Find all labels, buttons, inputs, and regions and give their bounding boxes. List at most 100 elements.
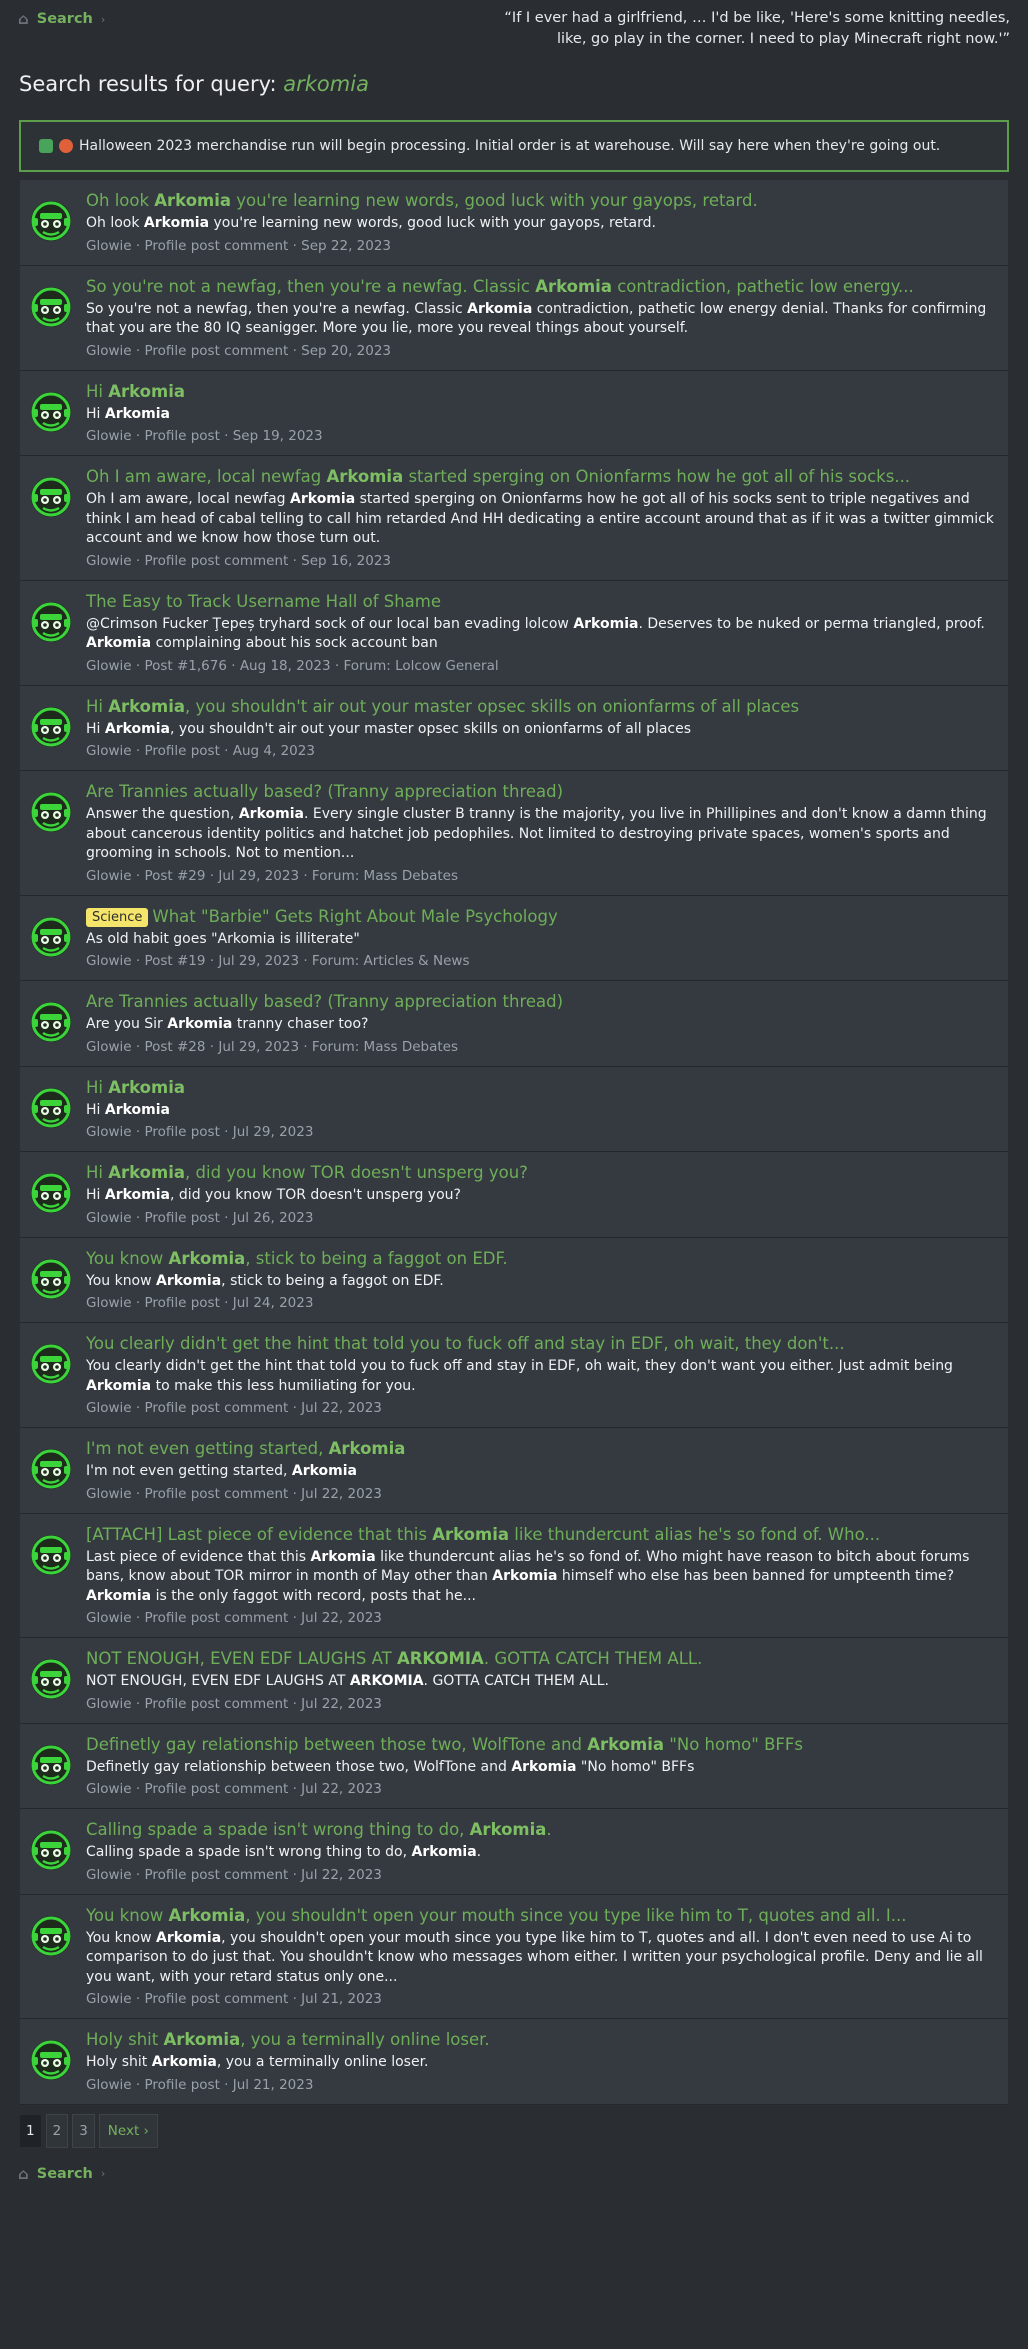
next-page-button[interactable]: Next › [98,2113,158,2148]
search-result-item[interactable]: Calling spade a spade isn't wrong thing … [20,1809,1008,1895]
result-title-link[interactable]: I'm not even getting started, Arkomia [86,1438,994,1460]
result-title-link[interactable]: Are Trannies actually based? (Tranny app… [86,991,994,1013]
result-title-link[interactable]: Hi Arkomia [86,381,994,403]
search-result-item[interactable]: Holy shit Arkomia, you a terminally onli… [20,2019,1008,2105]
result-title-text[interactable]: I'm not even getting started, Arkomia [86,1439,405,1458]
search-result-item[interactable]: Are Trannies actually based? (Tranny app… [20,981,1008,1067]
result-title-link[interactable]: Holy shit Arkomia, you a terminally onli… [86,2029,994,2051]
result-title-text[interactable]: What "Barbie" Gets Right About Male Psyc… [152,907,557,926]
breadcrumb[interactable]: ⌂ Search › [18,8,105,30]
page-3-button[interactable]: 3 [72,2113,95,2148]
result-title-link[interactable]: Calling spade a spade isn't wrong thing … [86,1819,994,1841]
thread-prefix-badge[interactable]: Science [86,907,149,927]
avatar[interactable] [28,284,74,330]
result-title-link[interactable]: [ATTACH] Last piece of evidence that thi… [86,1524,994,1546]
search-result-item[interactable]: Are Trannies actually based? (Tranny app… [20,771,1008,896]
breadcrumb-search-link[interactable]: Search [37,11,93,27]
search-result-item[interactable]: Oh look Arkomia you're learning new word… [20,180,1008,266]
result-title-link[interactable]: You clearly didn't get the hint that tol… [86,1333,994,1355]
avatar[interactable] [28,2037,74,2083]
search-result-item[interactable]: Hi Arkomia, did you know TOR doesn't uns… [20,1152,1008,1238]
result-title-text[interactable]: The Easy to Track Username Hall of Shame [86,592,441,611]
result-snippet: NOT ENOUGH, EVEN EDF LAUGHS AT ARKOMIA. … [86,1673,609,1689]
search-result-item[interactable]: Hi Arkomia Hi Arkomia Glowie · Profile pos… [20,1066,1008,1152]
result-title-text[interactable]: Hi Arkomia, did you know TOR doesn't uns… [86,1163,528,1182]
result-title-text[interactable]: Are Trannies actually based? (Tranny app… [86,992,563,1011]
avatar[interactable] [28,1532,74,1578]
avatar[interactable] [28,1446,74,1492]
avatar[interactable] [28,789,74,835]
result-title-link[interactable]: You know Arkomia, you shouldn't open you… [86,1905,994,1927]
avatar[interactable] [28,1085,74,1131]
search-result-item[interactable]: I'm not even getting started, Arkomia I'm… [20,1428,1008,1514]
result-title-link[interactable]: Definetly gay relationship between those… [86,1734,994,1756]
result-title-link[interactable]: Science What "Barbie" Gets Right About Ma… [86,906,994,928]
header-quote: “If I ever had a girlfriend, … I'd be li… [504,10,1010,47]
result-title-link[interactable]: Oh I am aware, local newfag Arkomia star… [86,466,994,488]
search-result-item[interactable]: NOT ENOUGH, EVEN EDF LAUGHS AT ARKOMIA. … [20,1638,1008,1724]
result-title-text[interactable]: Hi Arkomia [86,1078,185,1097]
result-title-text[interactable]: So you're not a newfag, then you're a ne… [86,277,914,296]
result-title-text[interactable]: Are Trannies actually based? (Tranny app… [86,782,563,801]
avatar[interactable] [28,198,74,244]
avatar[interactable] [28,599,74,645]
search-result-item[interactable]: Definetly gay relationship between those… [20,1723,1008,1809]
result-title-text[interactable]: NOT ENOUGH, EVEN EDF LAUGHS AT ARKOMIA. … [86,1649,702,1668]
search-result-item[interactable]: You know Arkomia, stick to being a faggo… [20,1237,1008,1323]
search-result-item[interactable]: [ATTACH] Last piece of evidence that thi… [20,1513,1008,1638]
result-body: Hi Arkomia Hi Arkomia Glowie · Profile pos… [86,381,994,446]
result-title-link[interactable]: NOT ENOUGH, EVEN EDF LAUGHS AT ARKOMIA. … [86,1648,994,1670]
result-title-text[interactable]: Oh I am aware, local newfag Arkomia star… [86,467,910,486]
result-title-text[interactable]: Holy shit Arkomia, you a terminally onli… [86,2030,490,2049]
search-result-item[interactable]: You clearly didn't get the hint that tol… [20,1323,1008,1428]
avatar[interactable] [28,999,74,1045]
result-body: Hi Arkomia, you shouldn't air out your m… [86,696,994,761]
result-title-link[interactable]: The Easy to Track Username Hall of Shame [86,591,994,613]
avatar[interactable] [28,474,74,520]
search-result-item[interactable]: So you're not a newfag, then you're a ne… [20,265,1008,371]
result-title-text[interactable]: Oh look Arkomia you're learning new word… [86,191,758,210]
search-result-item[interactable]: Hi Arkomia, you shouldn't air out your m… [20,685,1008,771]
avatar[interactable] [28,1742,74,1788]
result-title-text[interactable]: Hi Arkomia, you shouldn't air out your m… [86,697,799,716]
result-title-text[interactable]: You know Arkomia, you shouldn't open you… [86,1906,907,1925]
result-title-link[interactable]: So you're not a newfag, then you're a ne… [86,276,994,298]
result-title-text[interactable]: You clearly didn't get the hint that tol… [86,1334,845,1353]
result-body: The Easy to Track Username Hall of Shame… [86,591,994,675]
home-icon[interactable]: ⌂ [18,2165,29,2183]
search-result-item[interactable]: You know Arkomia, you shouldn't open you… [20,1894,1008,2019]
avatar[interactable] [28,1827,74,1873]
avatar[interactable] [28,1656,74,1702]
avatar[interactable] [28,1256,74,1302]
result-title-text[interactable]: [ATTACH] Last piece of evidence that thi… [86,1525,880,1544]
avatar[interactable] [28,704,74,750]
result-body: Are Trannies actually based? (Tranny app… [86,781,994,885]
avatar[interactable] [28,389,74,435]
search-result-item[interactable]: Oh I am aware, local newfag Arkomia star… [20,456,1008,581]
page-title-query: arkomia [283,72,369,96]
result-title-text[interactable]: Definetly gay relationship between those… [86,1735,803,1754]
result-meta: Glowie · Post #19 · Jul 29, 2023 · Forum… [86,953,470,969]
result-title-link[interactable]: Hi Arkomia, did you know TOR doesn't uns… [86,1162,994,1184]
avatar[interactable] [28,1913,74,1959]
result-title-link[interactable]: Are Trannies actually based? (Tranny app… [86,781,994,803]
breadcrumb[interactable]: ⌂ Search › [18,2163,1010,2185]
result-title-text[interactable]: Hi Arkomia [86,382,185,401]
page-1-button[interactable]: 1 [19,2113,42,2148]
result-title-link[interactable]: Oh look Arkomia you're learning new word… [86,190,994,212]
result-title-text[interactable]: Calling spade a spade isn't wrong thing … [86,1820,552,1839]
result-meta: Glowie · Profile post comment · Sep 16, … [86,552,392,569]
avatar[interactable] [28,1170,74,1216]
search-result-item[interactable]: Science What "Barbie" Gets Right About Ma… [20,895,1008,981]
avatar[interactable] [28,1341,74,1387]
page-2-button[interactable]: 2 [45,2113,69,2148]
result-title-text[interactable]: You know Arkomia, stick to being a faggo… [86,1249,508,1268]
result-title-link[interactable]: You know Arkomia, stick to being a faggo… [86,1248,994,1270]
result-title-link[interactable]: Hi Arkomia, you shouldn't air out your m… [86,696,994,718]
search-result-item[interactable]: Hi Arkomia Hi Arkomia Glowie · Profile pos… [20,370,1008,456]
home-icon[interactable]: ⌂ [18,10,29,28]
search-result-item[interactable]: The Easy to Track Username Hall of Shame… [20,580,1008,686]
avatar[interactable] [28,914,74,960]
result-title-link[interactable]: Hi Arkomia [86,1077,994,1099]
breadcrumb-search-link[interactable]: Search [37,2166,93,2182]
